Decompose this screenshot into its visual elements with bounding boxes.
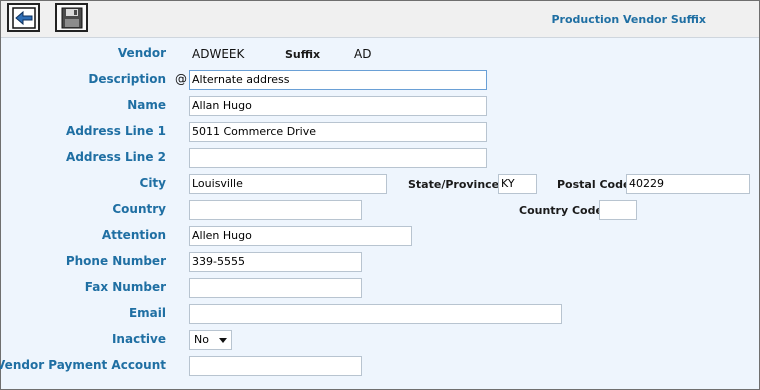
fax-number-label: Fax Number <box>84 280 166 294</box>
name-field[interactable]: Allan Hugo <box>189 96 487 116</box>
vendor-label: Vendor <box>117 46 166 60</box>
save-disk-icon <box>61 7 83 29</box>
inactive-select-value: No <box>194 333 209 346</box>
address-line-1-label: Address Line 1 <box>66 124 166 138</box>
vendor-payment-account-field[interactable] <box>189 356 362 376</box>
country-field[interactable] <box>189 200 362 220</box>
country-code-field[interactable] <box>599 200 637 220</box>
suffix-label: Suffix <box>285 48 321 61</box>
phone-number-label: Phone Number <box>65 254 166 268</box>
phone-number-field[interactable]: 339-5555 <box>189 252 362 272</box>
address-line-1-field[interactable]: 5011 Commerce Drive <box>189 122 487 142</box>
inactive-label: Inactive <box>111 332 166 346</box>
state-province-field[interactable]: KY <box>498 174 537 194</box>
email-label: Email <box>128 306 166 320</box>
country-code-label: Country Code <box>519 204 603 217</box>
back-arrow-icon <box>12 7 36 29</box>
attention-label: Attention <box>101 228 166 242</box>
window-title: Production Vendor Suffix <box>551 13 706 26</box>
address-line-2-label: Address Line 2 <box>66 150 166 164</box>
description-field[interactable]: Alternate address <box>189 70 487 90</box>
vendor-payment-account-label: Vendor Payment Account <box>0 358 166 372</box>
inactive-select[interactable]: No <box>189 330 232 350</box>
city-label: City <box>139 176 166 190</box>
name-label: Name <box>127 98 166 112</box>
state-province-label: State/Province <box>408 178 500 191</box>
country-label: Country <box>112 202 166 216</box>
chevron-down-icon <box>219 338 227 343</box>
description-label: Description <box>88 72 166 86</box>
fax-number-field[interactable] <box>189 278 362 298</box>
back-button[interactable] <box>7 3 40 32</box>
toolbar: Production Vendor Suffix <box>1 1 759 38</box>
attention-field[interactable]: Allen Hugo <box>189 226 412 246</box>
address-line-2-field[interactable] <box>189 148 487 168</box>
vendor-suffix-window: Production Vendor Suffix Vendor ADWEEK S… <box>0 0 760 390</box>
postal-code-field[interactable]: 40229 <box>626 174 750 194</box>
postal-code-label: Postal Code <box>557 178 631 191</box>
city-field[interactable]: Louisville <box>189 174 387 194</box>
save-button[interactable] <box>55 3 88 32</box>
vendor-value: ADWEEK <box>192 47 245 61</box>
description-at-symbol: @ <box>175 72 187 86</box>
email-field[interactable] <box>189 304 562 324</box>
suffix-value: AD <box>354 47 372 61</box>
